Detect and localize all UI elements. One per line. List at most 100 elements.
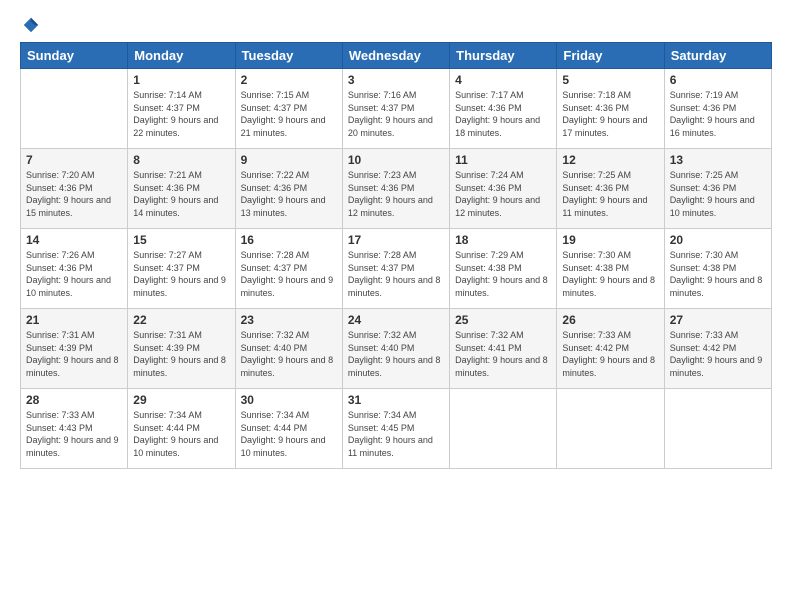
day-info: Sunrise: 7:19 AMSunset: 4:36 PMDaylight:…	[670, 89, 766, 139]
day-cell: 22Sunrise: 7:31 AMSunset: 4:39 PMDayligh…	[128, 309, 235, 389]
day-info: Sunrise: 7:32 AMSunset: 4:41 PMDaylight:…	[455, 329, 551, 379]
day-info: Sunrise: 7:33 AMSunset: 4:42 PMDaylight:…	[562, 329, 658, 379]
day-number: 17	[348, 233, 444, 247]
day-cell: 19 Sunrise: 7:30 AMSunset: 4:38 PMDayligh…	[557, 229, 664, 309]
day-cell	[450, 389, 557, 469]
day-number: 7	[26, 153, 122, 167]
day-number: 22	[133, 313, 229, 327]
day-cell: 13 Sunrise: 7:25 AMSunset: 4:36 PMDayligh…	[664, 149, 771, 229]
day-number: 3	[348, 73, 444, 87]
day-number: 1	[133, 73, 229, 87]
week-row-5: 28Sunrise: 7:33 AMSunset: 4:43 PMDayligh…	[21, 389, 772, 469]
day-info: Sunrise: 7:29 AMSunset: 4:38 PMDaylight:…	[455, 249, 551, 299]
day-info: Sunrise: 7:32 AMSunset: 4:40 PMDaylight:…	[241, 329, 337, 379]
day-number: 28	[26, 393, 122, 407]
day-number: 12	[562, 153, 658, 167]
day-cell: 12 Sunrise: 7:25 AMSunset: 4:36 PMDayligh…	[557, 149, 664, 229]
day-info: Sunrise: 7:24 AMSunset: 4:36 PMDaylight:…	[455, 169, 551, 219]
day-info: Sunrise: 7:33 AMSunset: 4:42 PMDaylight:…	[670, 329, 766, 379]
col-header-wednesday: Wednesday	[342, 43, 449, 69]
day-info: Sunrise: 7:30 AMSunset: 4:38 PMDaylight:…	[562, 249, 658, 299]
day-number: 31	[348, 393, 444, 407]
col-header-monday: Monday	[128, 43, 235, 69]
header	[20, 16, 772, 34]
day-info: Sunrise: 7:26 AMSunset: 4:36 PMDaylight:…	[26, 249, 122, 299]
day-cell: 21 Sunrise: 7:31 AMSunset: 4:39 PMDayligh…	[21, 309, 128, 389]
day-cell: 25 Sunrise: 7:32 AMSunset: 4:41 PMDayligh…	[450, 309, 557, 389]
day-cell: 30 Sunrise: 7:34 AMSunset: 4:44 PMDayligh…	[235, 389, 342, 469]
day-info: Sunrise: 7:15 AMSunset: 4:37 PMDaylight:…	[241, 89, 337, 139]
day-number: 4	[455, 73, 551, 87]
day-cell: 8Sunrise: 7:21 AMSunset: 4:36 PMDaylight…	[128, 149, 235, 229]
day-number: 19	[562, 233, 658, 247]
day-info: Sunrise: 7:34 AMSunset: 4:45 PMDaylight:…	[348, 409, 444, 459]
day-cell: 27 Sunrise: 7:33 AMSunset: 4:42 PMDayligh…	[664, 309, 771, 389]
week-row-2: 7Sunrise: 7:20 AMSunset: 4:36 PMDaylight…	[21, 149, 772, 229]
day-info: Sunrise: 7:34 AMSunset: 4:44 PMDaylight:…	[133, 409, 229, 459]
day-info: Sunrise: 7:32 AMSunset: 4:40 PMDaylight:…	[348, 329, 444, 379]
col-header-friday: Friday	[557, 43, 664, 69]
day-info: Sunrise: 7:16 AMSunset: 4:37 PMDaylight:…	[348, 89, 444, 139]
day-number: 16	[241, 233, 337, 247]
day-info: Sunrise: 7:21 AMSunset: 4:36 PMDaylight:…	[133, 169, 229, 219]
day-info: Sunrise: 7:25 AMSunset: 4:36 PMDaylight:…	[562, 169, 658, 219]
week-row-3: 14Sunrise: 7:26 AMSunset: 4:36 PMDayligh…	[21, 229, 772, 309]
day-number: 9	[241, 153, 337, 167]
day-info: Sunrise: 7:31 AMSunset: 4:39 PMDaylight:…	[26, 329, 122, 379]
day-number: 5	[562, 73, 658, 87]
day-cell: 23 Sunrise: 7:32 AMSunset: 4:40 PMDayligh…	[235, 309, 342, 389]
day-cell: 1 Sunrise: 7:14 AMSunset: 4:37 PMDaylight…	[128, 69, 235, 149]
day-number: 18	[455, 233, 551, 247]
day-number: 23	[241, 313, 337, 327]
day-cell: 20 Sunrise: 7:30 AMSunset: 4:38 PMDayligh…	[664, 229, 771, 309]
calendar-table: SundayMondayTuesdayWednesdayThursdayFrid…	[20, 42, 772, 469]
day-number: 21	[26, 313, 122, 327]
day-cell: 17 Sunrise: 7:28 AMSunset: 4:37 PMDayligh…	[342, 229, 449, 309]
day-cell: 29Sunrise: 7:34 AMSunset: 4:44 PMDayligh…	[128, 389, 235, 469]
day-cell: 15Sunrise: 7:27 AMSunset: 4:37 PMDayligh…	[128, 229, 235, 309]
day-info: Sunrise: 7:30 AMSunset: 4:38 PMDaylight:…	[670, 249, 766, 299]
day-number: 24	[348, 313, 444, 327]
day-cell: 9Sunrise: 7:22 AMSunset: 4:36 PMDaylight…	[235, 149, 342, 229]
day-cell: 6 Sunrise: 7:19 AMSunset: 4:36 PMDaylight…	[664, 69, 771, 149]
day-number: 27	[670, 313, 766, 327]
day-cell: 4 Sunrise: 7:17 AMSunset: 4:36 PMDaylight…	[450, 69, 557, 149]
day-cell: 5Sunrise: 7:18 AMSunset: 4:36 PMDaylight…	[557, 69, 664, 149]
col-header-tuesday: Tuesday	[235, 43, 342, 69]
day-cell	[21, 69, 128, 149]
col-header-saturday: Saturday	[664, 43, 771, 69]
day-number: 6	[670, 73, 766, 87]
day-info: Sunrise: 7:25 AMSunset: 4:36 PMDaylight:…	[670, 169, 766, 219]
col-header-thursday: Thursday	[450, 43, 557, 69]
day-cell: 16 Sunrise: 7:28 AMSunset: 4:37 PMDayligh…	[235, 229, 342, 309]
day-number: 10	[348, 153, 444, 167]
day-cell: 2 Sunrise: 7:15 AMSunset: 4:37 PMDaylight…	[235, 69, 342, 149]
day-number: 26	[562, 313, 658, 327]
day-cell: 24 Sunrise: 7:32 AMSunset: 4:40 PMDayligh…	[342, 309, 449, 389]
day-cell	[557, 389, 664, 469]
day-number: 20	[670, 233, 766, 247]
day-info: Sunrise: 7:23 AMSunset: 4:36 PMDaylight:…	[348, 169, 444, 219]
day-number: 30	[241, 393, 337, 407]
day-cell: 14Sunrise: 7:26 AMSunset: 4:36 PMDayligh…	[21, 229, 128, 309]
day-cell: 26 Sunrise: 7:33 AMSunset: 4:42 PMDayligh…	[557, 309, 664, 389]
page: SundayMondayTuesdayWednesdayThursdayFrid…	[0, 0, 792, 612]
day-number: 25	[455, 313, 551, 327]
col-header-sunday: Sunday	[21, 43, 128, 69]
day-info: Sunrise: 7:17 AMSunset: 4:36 PMDaylight:…	[455, 89, 551, 139]
day-cell: 10 Sunrise: 7:23 AMSunset: 4:36 PMDayligh…	[342, 149, 449, 229]
week-row-4: 21 Sunrise: 7:31 AMSunset: 4:39 PMDayligh…	[21, 309, 772, 389]
week-row-1: 1 Sunrise: 7:14 AMSunset: 4:37 PMDaylight…	[21, 69, 772, 149]
logo	[20, 16, 40, 34]
day-number: 13	[670, 153, 766, 167]
day-info: Sunrise: 7:34 AMSunset: 4:44 PMDaylight:…	[241, 409, 337, 459]
day-info: Sunrise: 7:14 AMSunset: 4:37 PMDaylight:…	[133, 89, 229, 139]
day-cell: 11Sunrise: 7:24 AMSunset: 4:36 PMDayligh…	[450, 149, 557, 229]
day-cell: 28Sunrise: 7:33 AMSunset: 4:43 PMDayligh…	[21, 389, 128, 469]
day-cell: 3 Sunrise: 7:16 AMSunset: 4:37 PMDaylight…	[342, 69, 449, 149]
day-info: Sunrise: 7:28 AMSunset: 4:37 PMDaylight:…	[241, 249, 337, 299]
day-cell: 31 Sunrise: 7:34 AMSunset: 4:45 PMDayligh…	[342, 389, 449, 469]
day-number: 2	[241, 73, 337, 87]
day-cell: 7Sunrise: 7:20 AMSunset: 4:36 PMDaylight…	[21, 149, 128, 229]
day-info: Sunrise: 7:28 AMSunset: 4:37 PMDaylight:…	[348, 249, 444, 299]
